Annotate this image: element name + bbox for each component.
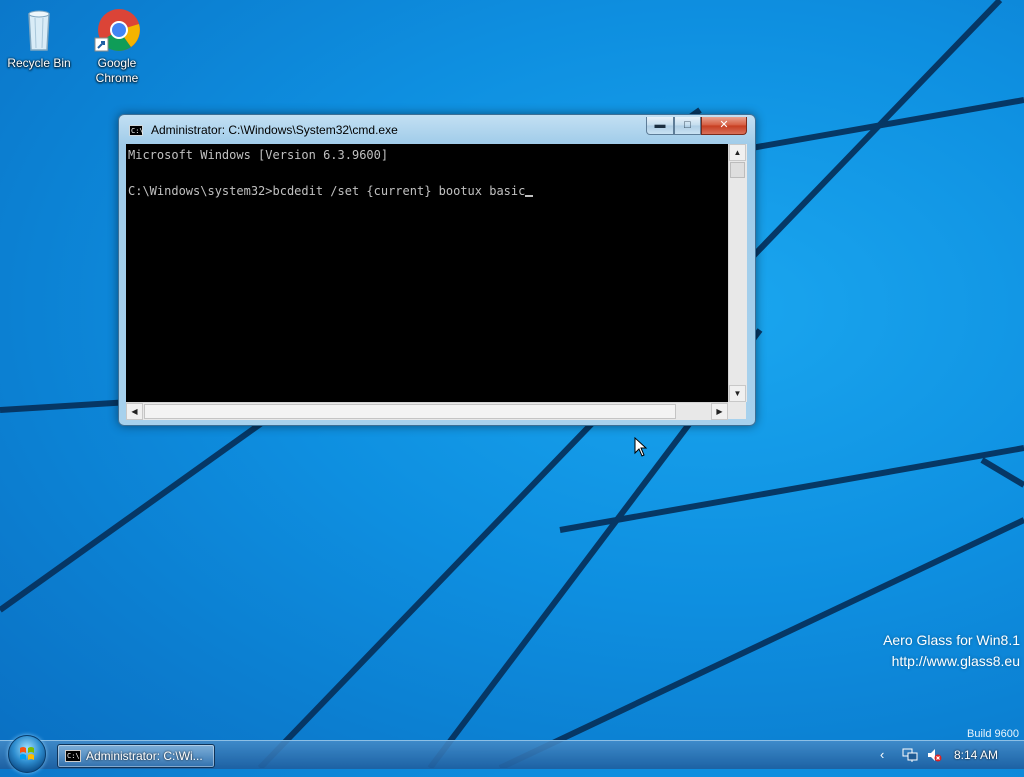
minimize-icon: ▬ bbox=[654, 119, 666, 131]
horizontal-scrollbar[interactable]: ◀ ▶ bbox=[126, 402, 728, 420]
arrow-down-icon: ▼ bbox=[733, 389, 742, 398]
network-icon[interactable] bbox=[902, 747, 918, 763]
taskbar-button-label: Administrator: C:\Wi... bbox=[86, 749, 203, 763]
build-label: Build 9600 bbox=[967, 728, 1019, 740]
arrow-right-icon: ▶ bbox=[716, 407, 723, 416]
scroll-right-button[interactable]: ▶ bbox=[711, 403, 728, 420]
desktop-icon-label: Recycle Bin bbox=[7, 56, 71, 70]
taskbar: C:\ Administrator: C:\Wi... ‹ 8:14 AM bbox=[0, 735, 1024, 773]
chrome-icon bbox=[93, 6, 141, 54]
watermark-line: Aero Glass for Win8.1 bbox=[883, 632, 1020, 648]
close-button[interactable]: ✕ bbox=[701, 117, 747, 135]
taskbar-button-cmd[interactable]: C:\ Administrator: C:\Wi... bbox=[57, 744, 215, 768]
title-bar[interactable]: C:\ Administrator: C:\Windows\System32\c… bbox=[119, 115, 755, 143]
vertical-scrollbar[interactable]: ▲ ▼ bbox=[728, 144, 747, 402]
desktop-icon-google-chrome[interactable]: Google Chrome bbox=[80, 6, 154, 86]
chevron-left-icon[interactable]: ‹ bbox=[880, 747, 884, 762]
windows-logo-icon bbox=[20, 747, 34, 760]
maximize-icon: □ bbox=[684, 119, 691, 131]
aero-glass-watermark: Aero Glass for Win8.1 http://www.glass8.… bbox=[883, 630, 1020, 672]
cmd-icon: C:\ bbox=[65, 750, 81, 762]
recycle-bin-icon bbox=[15, 6, 63, 54]
start-button[interactable] bbox=[8, 735, 46, 773]
watermark-url: http://www.glass8.eu bbox=[891, 653, 1020, 669]
horizontal-scroll-thumb[interactable] bbox=[144, 404, 676, 419]
desktop-icon-label: Google Chrome bbox=[95, 56, 139, 85]
console-line: Microsoft Windows [Version 6.3.9600] bbox=[128, 148, 389, 162]
text-cursor bbox=[525, 195, 534, 197]
arrow-left-icon: ◀ bbox=[131, 407, 138, 416]
scroll-left-button[interactable]: ◀ bbox=[126, 403, 143, 420]
close-icon: ✕ bbox=[719, 119, 729, 131]
desktop-icon-recycle-bin[interactable]: Recycle Bin bbox=[2, 6, 76, 71]
maximize-button[interactable]: □ bbox=[674, 117, 701, 135]
scrollbar-corner bbox=[728, 402, 746, 419]
arrow-up-icon: ▲ bbox=[733, 148, 742, 157]
cmd-window[interactable]: C:\ Administrator: C:\Windows\System32\c… bbox=[118, 114, 756, 426]
system-tray: ‹ 8:14 AM bbox=[864, 741, 1024, 769]
vertical-scroll-thumb[interactable] bbox=[730, 162, 745, 178]
mouse-pointer-icon bbox=[634, 437, 648, 457]
volume-muted-icon[interactable] bbox=[926, 747, 942, 763]
minimize-button[interactable]: ▬ bbox=[646, 117, 674, 135]
scroll-down-button[interactable]: ▼ bbox=[729, 385, 746, 402]
window-title: Administrator: C:\Windows\System32\cmd.e… bbox=[151, 123, 398, 137]
console-output[interactable]: Microsoft Windows [Version 6.3.9600] C:\… bbox=[126, 144, 728, 402]
console-prompt-line: C:\Windows\system32>bcdedit /set {curren… bbox=[128, 184, 526, 198]
cmd-icon: C:\ bbox=[129, 125, 144, 136]
scroll-up-button[interactable]: ▲ bbox=[729, 144, 746, 161]
clock[interactable]: 8:14 AM bbox=[954, 748, 998, 762]
